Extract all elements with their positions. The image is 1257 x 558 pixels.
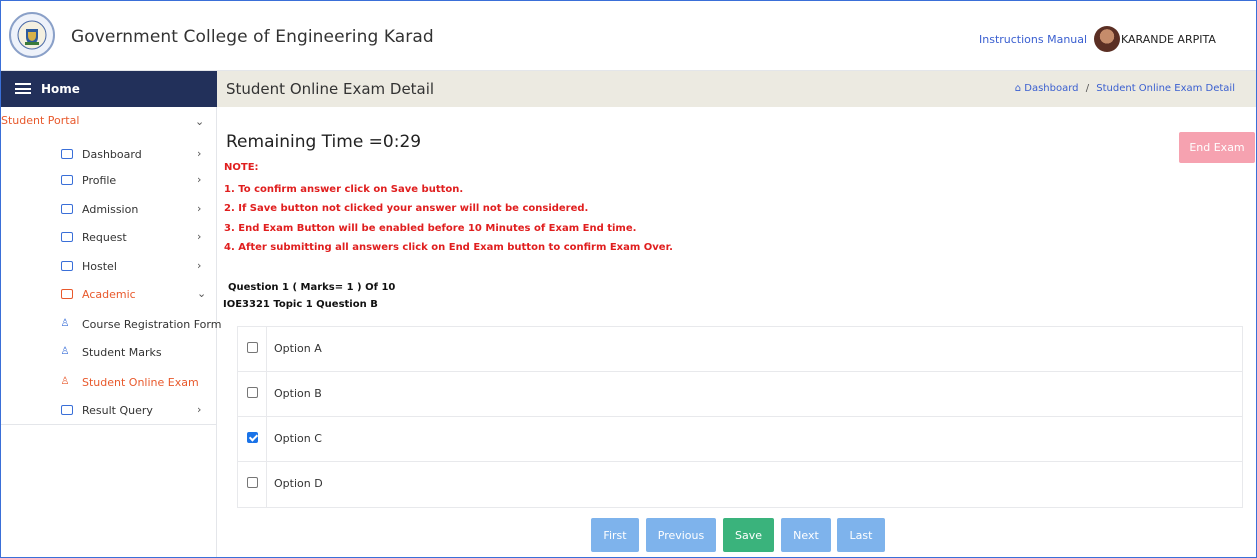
sidebar-item-hostel[interactable]: Hostel › [1,257,217,277]
column-divider [266,417,267,462]
chevron-right-icon: › [197,202,202,215]
home-label: Home [41,82,80,96]
sidebar-subitem-label: Student Marks [82,346,162,359]
sidebar-subitem-course-registration[interactable]: ♙ Course Registration Form [1,315,222,335]
last-button[interactable]: Last [837,518,885,552]
breadcrumb-current: Student Online Exam Detail [1096,83,1235,94]
window-icon [61,149,73,159]
sidebar-item-dashboard[interactable]: Dashboard › [1,145,217,165]
next-button[interactable]: Next [781,518,831,552]
sidebar-item-label: Result Query [82,404,153,417]
sidebar: Home Student Portal ⌄ Dashboard › Profil… [1,71,222,557]
option-label: Option B [274,387,322,400]
question-title: Question 1 ( Marks= 1 ) Of 10 [228,282,396,293]
user-icon: ♙ [60,346,70,357]
user-name[interactable]: KARANDE ARPITA [1121,33,1216,46]
window-icon [61,232,73,242]
question-text: IOE3321 Topic 1 Question B [223,299,378,310]
window-icon [61,405,73,415]
option-label: Option D [274,477,323,490]
sidebar-item-request[interactable]: Request › [1,228,217,248]
window-icon [61,204,73,214]
sidebar-item-result-query[interactable]: Result Query › [1,401,217,421]
breadcrumb: ⌂ Dashboard / Student Online Exam Detail [1015,83,1235,94]
options-table: Option A Option B Option C Option D [237,326,1243,508]
college-name: Government College of Engineering Karad [71,27,434,47]
note-line: 2. If Save button not clicked your answe… [224,203,589,214]
first-button[interactable]: First [591,518,639,552]
window-icon [61,289,73,299]
option-label: Option C [274,432,322,445]
sidebar-item-label: Admission [82,203,139,216]
note-line: 4. After submitting all answers click on… [224,242,673,253]
page-title: Student Online Exam Detail [226,80,435,98]
chevron-right-icon: › [197,259,202,272]
home-icon[interactable]: ⌂ [1015,83,1021,94]
breadcrumb-separator: / [1085,83,1090,94]
sidebar-item-academic[interactable]: Academic ⌄ [1,285,217,305]
sidebar-subitem-label: Student Online Exam [82,376,199,389]
option-row[interactable]: Option B [238,372,1242,417]
sidebar-subitem-label: Course Registration Form [82,318,222,331]
top-header: Government College of Engineering Karad … [1,1,1256,71]
sidebar-item-profile[interactable]: Profile › [1,171,217,191]
college-logo [9,12,55,58]
note-title: NOTE: [224,162,259,173]
sidebar-item-label: Profile [82,174,117,187]
window-icon [61,175,73,185]
note-line: 3. End Exam Button will be enabled befor… [224,223,637,234]
option-b-checkbox[interactable] [247,387,258,398]
option-d-checkbox[interactable] [247,477,258,488]
note-line: 1. To confirm answer click on Save butto… [224,184,464,195]
user-avatar[interactable] [1094,26,1120,52]
user-icon: ♙ [60,376,70,387]
option-a-checkbox[interactable] [247,342,258,353]
save-button[interactable]: Save [723,518,774,552]
option-label: Option A [274,342,322,355]
sidebar-subitem-student-marks[interactable]: ♙ Student Marks [1,343,217,363]
sidebar-subitem-student-online-exam[interactable]: ♙ Student Online Exam [1,373,217,393]
previous-button[interactable]: Previous [646,518,716,552]
sidebar-item-admission[interactable]: Admission › [1,200,217,220]
sidebar-section-student-portal[interactable]: Student Portal [1,114,79,127]
sidebar-home-bar[interactable]: Home [1,71,217,107]
breadcrumb-dashboard[interactable]: Dashboard [1024,83,1078,94]
chevron-right-icon: › [197,230,202,243]
instructions-manual-link[interactable]: Instructions Manual [979,33,1087,46]
content-header: Student Online Exam Detail ⌂ Dashboard /… [217,71,1256,107]
user-icon: ♙ [60,318,70,329]
sidebar-item-label: Request [82,231,127,244]
chevron-down-icon[interactable]: ⌄ [195,115,204,128]
option-row[interactable]: Option C [238,417,1242,462]
option-row[interactable]: Option A [238,327,1242,372]
option-c-checkbox[interactable] [247,432,258,443]
hamburger-menu-icon[interactable] [15,83,31,94]
chevron-right-icon: › [197,403,202,416]
column-divider [266,327,267,372]
remaining-time: Remaining Time =0:29 [226,132,422,152]
window-icon [61,261,73,271]
sidebar-divider [1,424,217,425]
end-exam-button[interactable]: End Exam [1179,132,1255,163]
sidebar-item-label: Hostel [82,260,117,273]
chevron-down-icon: ⌄ [197,287,207,300]
column-divider [266,462,267,507]
chevron-right-icon: › [197,147,202,160]
option-row[interactable]: Option D [238,462,1242,507]
column-divider [266,372,267,417]
chevron-right-icon: › [197,173,202,186]
sidebar-item-label: Academic [82,288,136,301]
sidebar-item-label: Dashboard [82,148,142,161]
app-frame: Government College of Engineering Karad … [0,0,1257,558]
